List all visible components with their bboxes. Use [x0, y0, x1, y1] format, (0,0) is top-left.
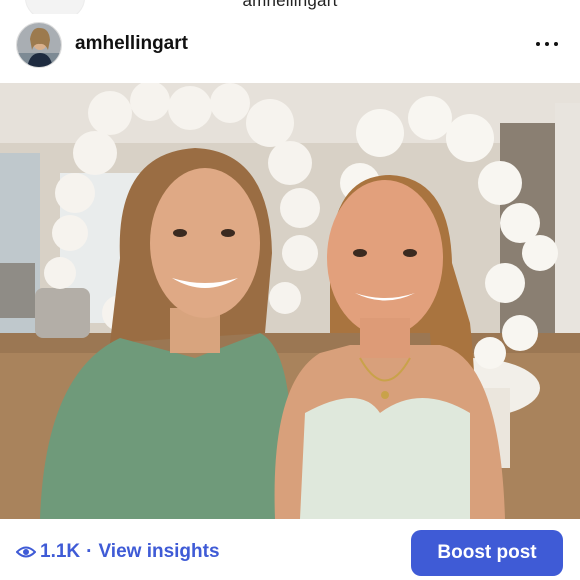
view-insights-link[interactable]: 1.1K · View insights	[16, 541, 220, 563]
post-username[interactable]: amhellingart	[75, 33, 188, 55]
top-nav-strip: amhellingart	[0, 0, 580, 14]
more-horizontal-icon	[536, 42, 540, 46]
nav-title: amhellingart	[242, 0, 338, 10]
boost-post-button[interactable]: Boost post	[411, 530, 563, 576]
insights-label: View insights	[98, 541, 220, 562]
more-options-button[interactable]	[532, 32, 562, 56]
post-footer: 1.1K · View insights Boost post	[0, 519, 580, 580]
separator: ·	[86, 541, 93, 562]
post-header: amhellingart	[0, 18, 580, 74]
eye-icon	[16, 546, 36, 558]
post-photo[interactable]	[0, 83, 580, 519]
views-count: 1.1K	[40, 541, 81, 562]
avatar[interactable]	[16, 22, 62, 68]
